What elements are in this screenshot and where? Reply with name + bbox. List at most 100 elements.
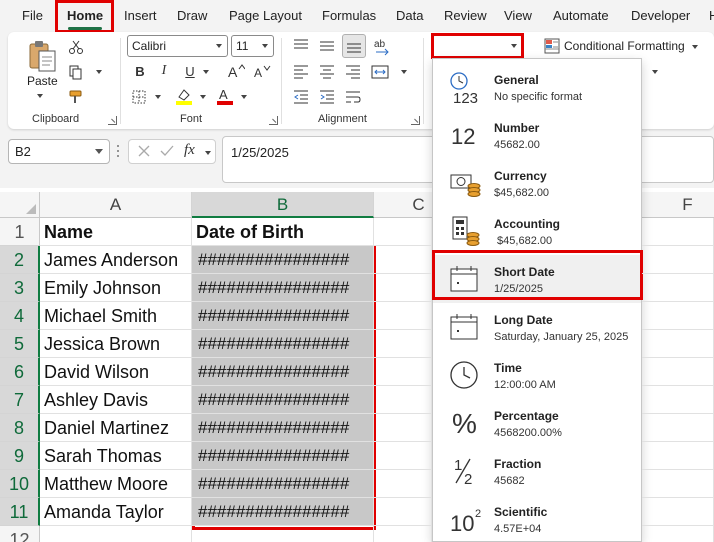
cell-date-of-birth[interactable]: ################ [192,358,374,386]
menu-item-percentage[interactable]: % Percentage 4568200.00% [433,399,641,447]
cell-empty[interactable] [642,302,714,330]
cell-empty[interactable] [374,386,432,414]
cell-empty[interactable] [642,358,714,386]
number-format-dropdown-icon[interactable] [511,44,517,48]
cell-empty[interactable] [374,246,432,274]
cell-a1-header[interactable]: Name [40,218,192,246]
menu-item-accounting[interactable]: Accounting $45,682.00 [433,207,641,255]
top-align-icon[interactable] [291,36,311,56]
tab-developer[interactable]: Developer [631,0,690,32]
row-header[interactable]: 4 [0,302,40,330]
cell-empty[interactable] [374,470,432,498]
row-header[interactable]: 2 [0,246,40,274]
column-header-f[interactable]: F [640,192,714,218]
font-size-dropdown-icon[interactable] [262,44,268,48]
wrap-text-icon[interactable] [343,87,363,107]
cell-empty[interactable] [642,414,714,442]
cell-name[interactable]: David Wilson [40,358,192,386]
middle-align-icon[interactable] [317,36,337,56]
increase-font-icon[interactable]: A [226,61,246,81]
cell-name[interactable]: Matthew Moore [40,470,192,498]
row-header[interactable]: 12 [0,526,40,542]
enter-icon[interactable] [159,143,175,162]
paste-icon[interactable] [24,38,60,74]
tab-file[interactable]: File [22,0,43,32]
cell-empty[interactable] [642,442,714,470]
align-center-icon[interactable] [317,62,337,82]
format-as-table-dropdown-icon[interactable] [652,70,658,74]
row-header[interactable]: 3 [0,274,40,302]
insert-function-icon[interactable]: fx [184,142,195,159]
font-name-combo[interactable]: Calibri [127,35,228,57]
fill-color-dropdown-icon[interactable] [200,95,206,99]
name-box-dropdown-icon[interactable] [95,149,103,154]
name-box[interactable]: B2 [8,139,110,164]
align-left-icon[interactable] [291,62,311,82]
decrease-font-icon[interactable]: A [252,61,272,81]
tab-view[interactable]: View [504,0,532,32]
cell-empty[interactable] [374,302,432,330]
decrease-indent-icon[interactable] [291,87,311,107]
tab-page-layout[interactable]: Page Layout [229,0,302,32]
borders-dropdown-icon[interactable] [155,95,161,99]
copy-dropdown-icon[interactable] [96,70,102,74]
merge-center-icon[interactable] [370,62,390,82]
copy-icon[interactable] [66,62,86,82]
underline-dropdown-icon[interactable] [203,70,209,74]
alignment-launcher-icon[interactable] [411,116,420,125]
tab-review[interactable]: Review [444,0,487,32]
cell-empty[interactable] [642,274,714,302]
row-header[interactable]: 6 [0,358,40,386]
tab-draw[interactable]: Draw [177,0,207,32]
cell-empty[interactable] [374,358,432,386]
cell-name[interactable]: Sarah Thomas [40,442,192,470]
paste-dropdown-icon[interactable] [37,94,43,98]
menu-item-general[interactable]: 123 General No specific format [433,63,641,111]
tab-data[interactable]: Data [396,0,423,32]
orientation-icon[interactable]: ab [371,35,393,57]
column-header-b[interactable]: B [192,192,374,218]
row-header[interactable]: 9 [0,442,40,470]
fill-color-icon[interactable] [174,86,194,106]
menu-item-short-date[interactable]: Short Date 1/25/2025 [433,255,641,303]
clipboard-launcher-icon[interactable] [108,116,117,125]
cell-empty[interactable] [642,498,714,526]
menu-item-currency[interactable]: Currency $45,682.00 [433,159,641,207]
format-painter-icon[interactable] [66,87,86,107]
conditional-formatting-dropdown-icon[interactable] [692,45,698,49]
cell-empty[interactable] [642,526,714,542]
cut-icon[interactable] [66,37,86,57]
cell-empty[interactable] [642,330,714,358]
cell-name[interactable]: Emily Johnson [40,274,192,302]
font-launcher-icon[interactable] [269,116,278,125]
row-header[interactable]: 10 [0,470,40,498]
cell-name[interactable]: Michael Smith [40,302,192,330]
conditional-formatting-icon[interactable] [543,37,561,55]
tab-help-partial[interactable]: H [709,0,714,32]
menu-item-scientific[interactable]: 10 2 Scientific 4.57E+04 [433,495,641,541]
cell-empty[interactable] [374,498,432,526]
cell-empty[interactable] [642,246,714,274]
font-name-dropdown-icon[interactable] [216,44,222,48]
row-header[interactable]: 11 [0,498,40,526]
cell-date-of-birth[interactable]: ################ [192,470,374,498]
borders-icon[interactable] [129,87,149,107]
bottom-align-icon[interactable] [342,34,366,58]
cell-date-of-birth[interactable]: ################ [192,386,374,414]
cell-empty[interactable] [40,526,192,542]
increase-indent-icon[interactable] [317,87,337,107]
cell-date-of-birth[interactable]: ################ [192,442,374,470]
row-header[interactable]: 8 [0,414,40,442]
fx-dropdown-icon[interactable] [205,151,211,155]
font-color-dropdown-icon[interactable] [241,95,247,99]
cell-empty[interactable] [374,526,432,542]
row-header[interactable]: 7 [0,386,40,414]
paste-label[interactable]: Paste [27,74,58,88]
cell-date-of-birth[interactable]: ################ [192,246,374,274]
cell-empty[interactable] [192,526,374,542]
cell-date-of-birth[interactable]: ################ [192,414,374,442]
merge-dropdown-icon[interactable] [401,70,407,74]
row-header[interactable]: 1 [0,218,40,246]
cell-name[interactable]: Jessica Brown [40,330,192,358]
tab-insert[interactable]: Insert [124,0,157,32]
